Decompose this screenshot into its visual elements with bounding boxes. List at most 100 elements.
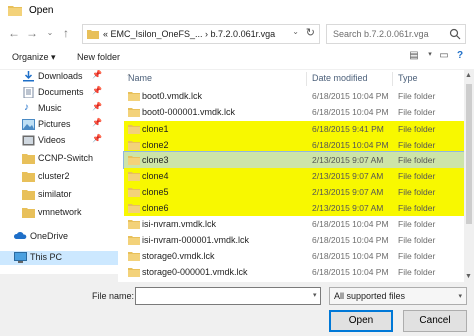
- folder-icon: [22, 190, 35, 200]
- sidebar-item-similator[interactable]: similator: [0, 188, 118, 202]
- table-row[interactable]: clone1 6/18/2015 9:41 PM File folder: [124, 121, 464, 137]
- scroll-down-icon[interactable]: ▼: [465, 273, 472, 280]
- folder-icon: [22, 208, 35, 218]
- table-row[interactable]: clone5 2/13/2015 9:07 AM File folder: [124, 184, 464, 200]
- forward-arrow-icon[interactable]: →: [24, 25, 40, 41]
- back-arrow-icon[interactable]: ←: [6, 25, 22, 41]
- sidebar-item-label: vmnetwork: [38, 207, 82, 217]
- table-row[interactable]: clone2 6/18/2015 10:04 PM File folder: [124, 137, 464, 153]
- sidebar-item-label: Downloads: [38, 71, 83, 81]
- organize-button[interactable]: Organize ▾: [12, 52, 56, 63]
- help-icon[interactable]: ?: [452, 50, 468, 66]
- pin-icon: 📌: [92, 86, 102, 95]
- search-icon[interactable]: [449, 28, 461, 40]
- file-date: 6/18/2015 10:04 PM: [312, 267, 389, 277]
- file-name: clone2: [142, 140, 169, 150]
- sidebar-item-this-pc[interactable]: This PC: [0, 251, 118, 265]
- cancel-button[interactable]: Cancel: [403, 310, 467, 332]
- file-type: File folder: [398, 235, 436, 245]
- table-row[interactable]: clone3 2/13/2015 9:07 AM File folder: [123, 151, 464, 169]
- preview-pane-icon[interactable]: ▭: [436, 50, 452, 66]
- file-type: File folder: [398, 155, 436, 165]
- folder-icon: [128, 204, 140, 213]
- sidebar-item-label: CCNP-Switch: [38, 153, 94, 163]
- sidebar-item-label: This PC: [30, 252, 63, 262]
- file-name: storage0-000001.vmdk.lck: [142, 267, 248, 277]
- scrollbar-thumb[interactable]: [466, 84, 472, 224]
- open-button[interactable]: Open: [329, 310, 393, 332]
- address-bar[interactable]: « EMC_Isilon_OneFS_... › b.7.2.0.061r.vg…: [82, 24, 320, 44]
- table-row[interactable]: clone4 2/13/2015 9:07 AM File folder: [124, 168, 464, 184]
- folder-icon: [128, 92, 140, 101]
- file-date: 6/18/2015 10:04 PM: [312, 91, 389, 101]
- table-row[interactable]: boot0-000001.vmdk.lck 6/18/2015 10:04 PM F…: [124, 104, 464, 120]
- table-row[interactable]: isi-nvram-000001.vmdk.lck 6/18/2015 10:04…: [124, 232, 464, 248]
- folder-icon: [128, 236, 140, 245]
- file-name: clone4: [142, 171, 169, 181]
- file-name-field[interactable]: [135, 287, 321, 305]
- pictures-icon: [22, 119, 35, 130]
- new-folder-button[interactable]: New folder: [77, 52, 120, 62]
- folder-icon: [128, 252, 140, 261]
- sidebar-item-videos[interactable]: Videos 📌: [0, 134, 118, 148]
- sidebar-item-cluster2[interactable]: cluster2: [0, 170, 118, 184]
- file-name: clone1: [142, 124, 169, 134]
- table-row[interactable]: storage0-000001.vmdk.lck 6/18/2015 10:04 …: [124, 264, 464, 280]
- file-type-select[interactable]: All supported files ▾: [329, 287, 467, 305]
- refresh-icon[interactable]: ↻: [306, 26, 315, 39]
- file-name: clone5: [142, 187, 169, 197]
- vertical-scrollbar[interactable]: ▲ ▼: [464, 70, 474, 282]
- file-name: storage0.vmdk.lck: [142, 251, 215, 261]
- folder-icon: [128, 268, 140, 277]
- chevron-down-icon[interactable]: ▾: [313, 291, 317, 299]
- search-box[interactable]: Search b.7.2.0.061r.vga: [326, 24, 466, 44]
- dialog-footer: File name: ▾ All supported files ▾ Open …: [0, 282, 474, 336]
- sidebar-item-label: OneDrive: [30, 231, 69, 241]
- file-date: 2/13/2015 9:07 AM: [312, 171, 384, 181]
- table-row[interactable]: storage0.vmdk.lck 6/18/2015 10:04 PM File …: [124, 248, 464, 264]
- search-input[interactable]: Search b.7.2.0.061r.vga: [333, 29, 429, 39]
- sidebar-item-label: cluster2: [38, 171, 70, 181]
- file-name: clone6: [142, 203, 169, 213]
- column-header-type[interactable]: Type: [398, 73, 418, 89]
- sidebar-item-vmnetwork[interactable]: vmnetwork: [0, 206, 118, 220]
- scroll-up-icon[interactable]: ▲: [465, 72, 472, 79]
- file-type: File folder: [398, 107, 436, 117]
- file-type: File folder: [398, 219, 436, 229]
- chevron-down-icon: ▾: [458, 293, 462, 300]
- sidebar-item-music[interactable]: ♪ Music 📌: [0, 102, 118, 116]
- file-date: 6/18/2015 10:04 PM: [312, 251, 389, 261]
- file-type: File folder: [398, 124, 436, 134]
- onedrive-icon: [14, 232, 27, 239]
- folder-icon: [22, 154, 35, 164]
- folder-icon: [128, 172, 140, 181]
- file-date: 2/13/2015 9:07 AM: [312, 187, 384, 197]
- file-type: File folder: [398, 187, 436, 197]
- file-name-label: File name:: [92, 291, 135, 301]
- file-type: File folder: [398, 203, 436, 213]
- recent-locations-chevron-icon[interactable]: ⌄: [42, 25, 58, 41]
- column-header-name[interactable]: Name: [128, 73, 152, 89]
- table-row[interactable]: isi-nvram.vmdk.lck 6/18/2015 10:04 PM File…: [124, 216, 464, 232]
- file-type: File folder: [398, 140, 436, 150]
- pin-icon: 📌: [92, 102, 102, 111]
- sidebar-item-pictures[interactable]: Pictures 📌: [0, 118, 118, 132]
- chevron-down-icon[interactable]: ⌄: [292, 27, 299, 36]
- file-date: 6/18/2015 10:04 PM: [312, 219, 389, 229]
- table-row[interactable]: clone6 2/13/2015 9:07 AM File folder: [124, 200, 464, 216]
- videos-icon: [22, 135, 35, 146]
- column-divider[interactable]: [306, 72, 307, 86]
- up-arrow-icon[interactable]: ↑: [58, 25, 74, 41]
- sidebar-item-ccnp-switch[interactable]: CCNP-Switch: [0, 152, 118, 166]
- file-date: 6/18/2015 10:04 PM: [312, 140, 389, 150]
- column-header-date[interactable]: Date modified: [312, 73, 368, 89]
- breadcrumb[interactable]: « EMC_Isilon_OneFS_... › b.7.2.0.061r.vg…: [103, 29, 275, 39]
- sidebar-item-onedrive[interactable]: OneDrive: [0, 230, 118, 244]
- sidebar-item-documents[interactable]: Documents 📌: [0, 86, 118, 100]
- horizontal-scrollbar[interactable]: [0, 274, 118, 282]
- view-options-icon[interactable]: ▤: [406, 50, 422, 66]
- column-divider[interactable]: [392, 72, 393, 86]
- file-date: 6/18/2015 10:04 PM: [312, 107, 389, 117]
- table-row[interactable]: boot0.vmdk.lck 6/18/2015 10:04 PM File fol…: [124, 88, 464, 104]
- sidebar-item-downloads[interactable]: Downloads 📌: [0, 70, 118, 84]
